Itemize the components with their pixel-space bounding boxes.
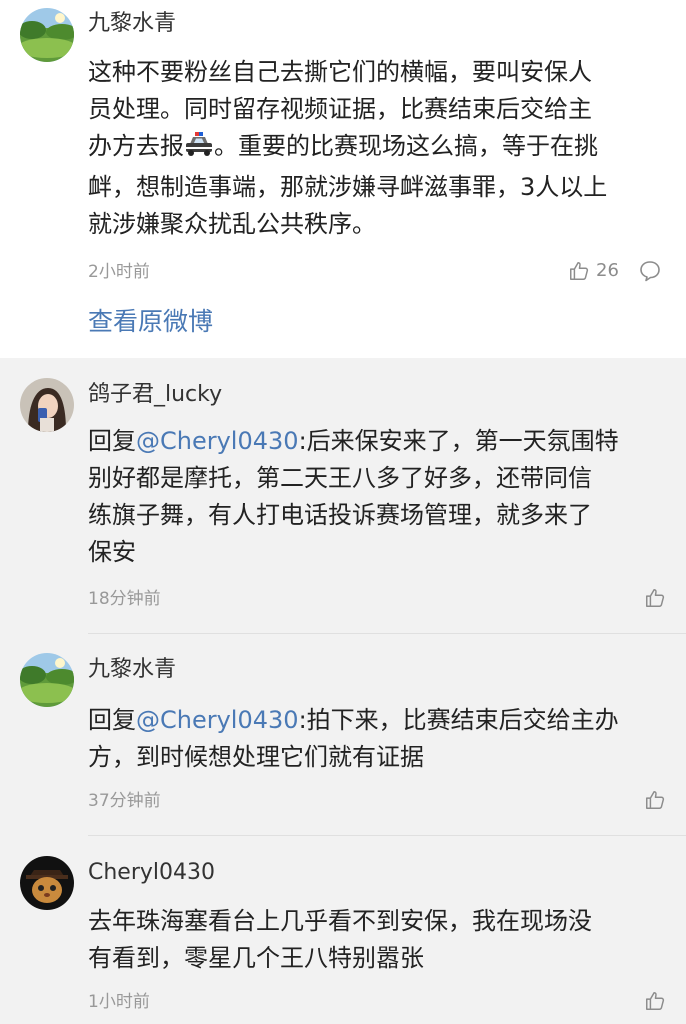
reply-segment: :后来保安来了，第一天氛围特 [298,427,619,455]
username[interactable]: Cheryl0430 [88,858,215,888]
reply-text: 回复@Cheryl0430:后来保安来了，第一天氛围特 别好都是摩托，第二天王八… [88,423,668,571]
avatar-person-image [20,378,74,432]
username[interactable]: 鸽子君_lucky [88,380,222,410]
like-button[interactable]: 26 [568,260,619,282]
reply-text: 去年珠海塞看台上几乎看不到安保，我在现场没 有看到，零星几个王八特别嚣张 [88,903,668,977]
comment-text: 这种不要粉丝自己去撕它们的横幅，要叫安保人 员处理。同时留存视频证据，比赛结束后… [88,54,668,243]
mention-link[interactable]: @Cheryl0430 [136,706,299,734]
reply-time: 18分钟前 [88,589,161,609]
like-count: 26 [596,260,619,281]
avatar[interactable] [20,856,74,910]
comment-line: 员处理。同时留存视频证据，比赛结束后交给主 [88,95,592,123]
reply-time: 37分钟前 [88,791,161,811]
main-comment: 九黎水青 这种不要粉丝自己去撕它们的横幅，要叫安保人 员处理。同时留存视频证据，… [0,0,686,358]
reply-line: 方，到时候想处理它们就有证据 [88,743,424,771]
reply-line: 练旗子舞，有人打电话投诉赛场管理，就多来了 [88,501,592,529]
reply-line: 别好都是摩托，第二天王八多了好多，还带同信 [88,464,592,492]
thumbs-up-icon [570,262,589,280]
comment-segment: 办方去报 [88,132,184,160]
like-button[interactable] [644,990,666,1012]
divider [88,633,686,634]
police-car-icon [184,132,214,169]
comment-line: 衅，想制造事端，那就涉嫌寻衅滋事罪，3人以上 [88,173,608,201]
reply-list: 鸽子君_lucky 回复@Cheryl0430:后来保安来了，第一天氛围特 别好… [0,358,686,1024]
comment-bubble-icon [640,261,660,282]
reply-line: 保安 [88,538,136,566]
avatar[interactable] [20,8,74,62]
thumbs-up-icon [646,589,665,607]
avatar-cat-image [20,856,74,910]
like-button[interactable] [644,789,666,811]
reply-segment: :拍下来，比赛结束后交给主办 [298,706,619,734]
comment-button[interactable] [638,259,662,287]
reply-time: 1小时前 [88,992,150,1012]
username[interactable]: 九黎水青 [88,9,176,39]
thumbs-up-icon [646,992,665,1010]
comment-time: 2小时前 [88,262,150,282]
username[interactable]: 九黎水青 [88,655,176,685]
comment-segment: 。重要的比赛现场这么搞，等于在挑 [214,132,598,160]
divider [88,835,686,836]
avatar[interactable] [20,653,74,707]
avatar-landscape-image [20,653,74,707]
reply-line: 去年珠海塞看台上几乎看不到安保，我在现场没 [88,907,592,935]
like-button[interactable] [644,587,666,609]
reply-line: 回复@Cheryl0430:拍下来，比赛结束后交给主办 [88,702,668,739]
reply-prefix: 回复 [88,706,136,734]
mention-link[interactable]: @Cheryl0430 [136,427,299,455]
comment-line: 就涉嫌聚众扰乱公共秩序。 [88,210,376,238]
reply-prefix: 回复 [88,427,136,455]
view-original-link[interactable]: 查看原微博 [88,305,213,339]
reply-line: 有看到，零星几个王八特别嚣张 [88,944,424,972]
comment-line: 办方去报 。重要的比赛现场这么搞，等于在挑 [88,128,668,169]
comment-line: 这种不要粉丝自己去撕它们的横幅，要叫安保人 [88,58,592,86]
thumbs-up-icon [646,791,665,809]
reply-line: 回复@Cheryl0430:后来保安来了，第一天氛围特 [88,423,668,460]
reply-text: 回复@Cheryl0430:拍下来，比赛结束后交给主办 方，到时候想处理它们就有… [88,702,668,776]
avatar[interactable] [20,378,74,432]
avatar-landscape-image [20,8,74,62]
